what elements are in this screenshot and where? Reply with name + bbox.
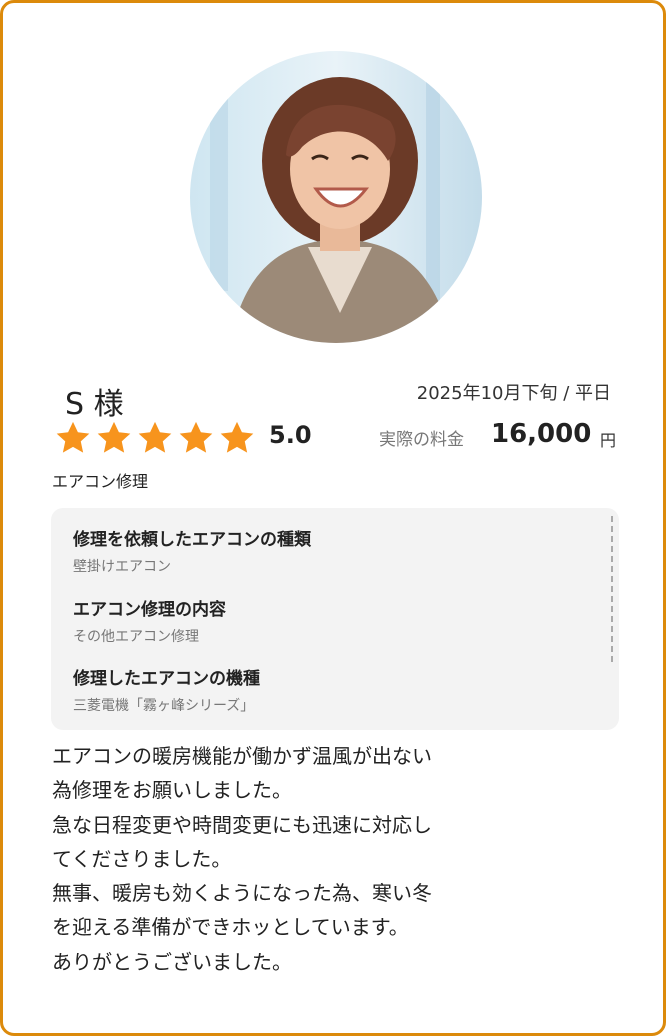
detail-title: 修理したエアコンの機種 [73,669,260,689]
review-card: S 様 2025年10月下旬 / 平日 5.0 実際の料金 16,000 円 エ… [0,0,666,1036]
detail-item: エアコン修理の内容 その他エアコン修理 [73,595,226,646]
customer-avatar [190,51,482,343]
star-icon [220,421,254,453]
review-text: エアコンの暖房機能が働かず温風が出ない 為修理をお願いしました。 急な日程変更や… [52,739,612,979]
customer-photo [190,51,482,343]
review-line: エアコンの暖房機能が働かず温風が出ない [52,744,432,768]
review-line: 急な日程変更や時間変更にも迅速に対応し [52,812,432,837]
service-name: エアコン修理 [52,472,149,491]
star-rating [53,419,257,457]
review-line: 為修理をお願いしました。 [52,778,292,803]
price-label: 実際の料金 [379,430,464,450]
price-amount: 16,000 [491,419,592,449]
details-scrollbar[interactable] [611,516,613,662]
details-panel[interactable]: 修理を依頼したエアコンの種類 壁掛けエアコン エアコン修理の内容 その他エアコン… [51,508,619,730]
detail-value: 三菱電機「霧ヶ峰シリーズ」 [73,698,255,714]
detail-item: 修理を依頼したエアコンの種類 壁掛けエアコン [73,525,311,576]
star-icon [138,421,172,453]
price-unit: 円 [600,431,617,450]
detail-title: 修理を依頼したエアコンの種類 [73,530,311,550]
star-icon [56,421,90,453]
detail-value: 壁掛けエアコン [73,559,171,575]
star-icon [97,421,131,453]
review-line: てくださりました。 [52,846,232,871]
detail-item: 修理したエアコンの機種 三菱電機「霧ヶ峰シリーズ」 [73,664,260,715]
review-line: 無事、暖房も効くようになった為、寒い冬 [52,881,432,906]
detail-title: エアコン修理の内容 [73,600,226,620]
detail-value: その他エアコン修理 [73,629,199,645]
visit-date: 2025年10月下旬 / 平日 [416,383,611,404]
review-line: を迎える準備ができホッとしています。 [52,915,409,940]
star-icon [179,421,213,453]
review-line: ありがとうございました。 [52,949,292,974]
customer-name: S 様 [65,387,124,422]
rating-value: 5.0 [269,421,312,449]
